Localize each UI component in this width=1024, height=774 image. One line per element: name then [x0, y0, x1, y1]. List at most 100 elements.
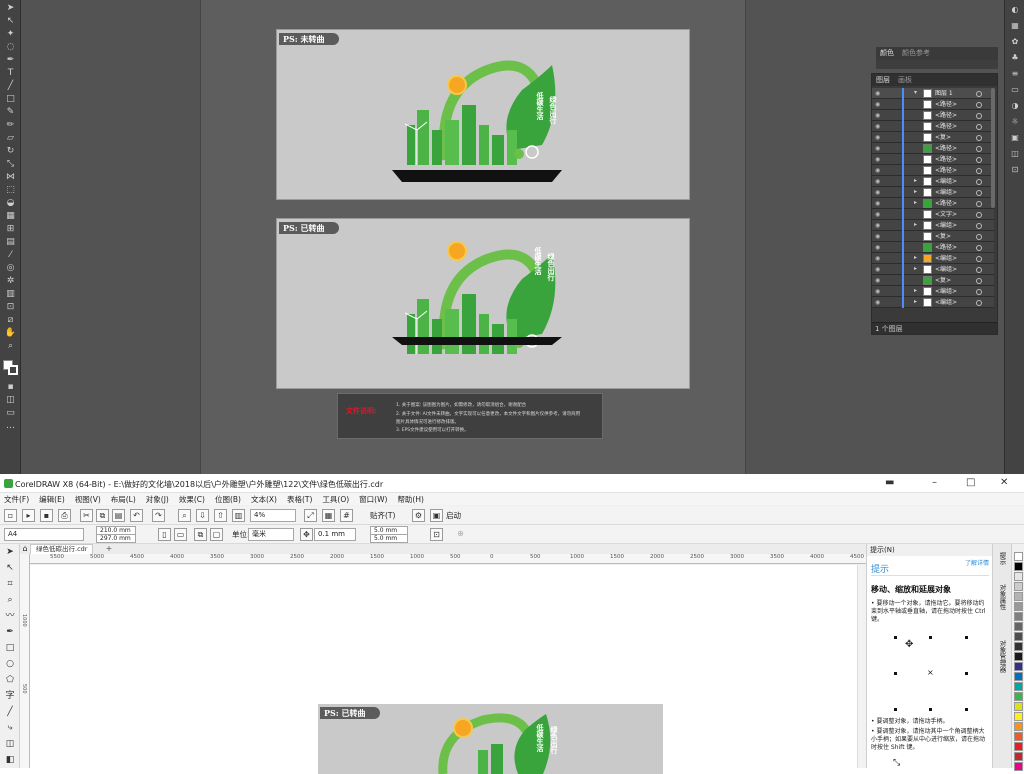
expand-arrow-icon[interactable]: ▸	[914, 177, 920, 185]
palette-swatch[interactable]	[1014, 672, 1023, 681]
menu-bitmaps[interactable]: 位图(B)	[215, 494, 241, 505]
layers-scrollbar[interactable]	[991, 88, 995, 208]
expand-arrow-icon[interactable]	[914, 210, 920, 218]
target-circle-icon[interactable]	[976, 135, 982, 141]
parallel-dimension-icon[interactable]: ╱	[4, 706, 16, 718]
target-circle-icon[interactable]	[976, 300, 982, 306]
connector-tool-icon[interactable]: ⤷	[4, 722, 16, 734]
layer-row[interactable]: ◉ <复>	[872, 132, 994, 143]
menu-file[interactable]: 文件(F)	[4, 494, 29, 505]
magic-wand-icon[interactable]: ✦	[4, 29, 17, 40]
visibility-eye-icon[interactable]: ◉	[875, 211, 884, 218]
palette-swatch[interactable]	[1014, 692, 1023, 701]
gradient-panel-icon[interactable]: ▭	[1009, 84, 1021, 95]
layer-row[interactable]: ◉ <路径>	[872, 143, 994, 154]
palette-swatch[interactable]	[1014, 572, 1023, 581]
paintbrush-icon[interactable]: ✎	[4, 107, 17, 118]
hand-tool-icon[interactable]: ✋	[4, 328, 17, 339]
docker-tab-hints[interactable]: 提示	[997, 552, 1007, 565]
artboards-panel-icon[interactable]: ⊡	[1009, 164, 1021, 175]
layer-row[interactable]: ◉ ▸ <编组>	[872, 253, 994, 264]
close-icon[interactable]: ✕	[1000, 477, 1008, 489]
visibility-eye-icon[interactable]: ◉	[875, 200, 884, 207]
all-pages-icon[interactable]: ⧉	[194, 528, 207, 541]
palette-swatch[interactable]	[1014, 632, 1023, 641]
layer-row[interactable]: ◉ <路径>	[872, 154, 994, 165]
stroke-panel-icon[interactable]: ≡	[1009, 68, 1021, 79]
pick-tool-icon[interactable]: ➤	[4, 546, 16, 558]
canvas-poster[interactable]: PS: 已转曲 低碳生活 绿色出行	[318, 704, 663, 774]
slice-tool-icon[interactable]: ⧄	[4, 315, 17, 326]
palette-swatch[interactable]	[1014, 622, 1023, 631]
layer-row[interactable]: ◉ ▸ <编组>	[872, 264, 994, 275]
scale-tool-icon[interactable]: ⤡	[4, 159, 17, 170]
width-tool-icon[interactable]: ⋈	[4, 172, 17, 183]
symbol-sprayer-icon[interactable]: ✲	[4, 276, 17, 287]
drop-shadow-icon[interactable]: ◫	[4, 738, 16, 750]
menu-help[interactable]: 帮助(H)	[397, 494, 424, 505]
expand-arrow-icon[interactable]: ▸	[914, 254, 920, 262]
target-circle-icon[interactable]	[976, 289, 982, 295]
column-graph-icon[interactable]: ▥	[4, 289, 17, 300]
open-icon[interactable]: ▸	[22, 509, 35, 522]
menu-text[interactable]: 文本(X)	[251, 494, 277, 505]
layer-row[interactable]: ◉ <复>	[872, 231, 994, 242]
layer-row[interactable]: ◉ <路径>	[872, 165, 994, 176]
graphic-styles-icon[interactable]: ▣	[1009, 132, 1021, 143]
target-circle-icon[interactable]	[976, 102, 982, 108]
expand-arrow-icon[interactable]	[914, 122, 920, 130]
visibility-eye-icon[interactable]: ◉	[875, 233, 884, 240]
menu-tools[interactable]: 工具(O)	[322, 494, 349, 505]
unit-select[interactable]: 毫米	[248, 528, 294, 541]
palette-swatch[interactable]	[1014, 552, 1023, 561]
launch-dropdown[interactable]: 启动	[446, 509, 461, 522]
layer-row[interactable]: ◉ <复>	[872, 275, 994, 286]
tab-color-guide[interactable]: 颜色参考	[898, 47, 934, 60]
layer-row[interactable]: ◉ ▸ <编组>	[872, 187, 994, 198]
palette-swatch[interactable]	[1014, 662, 1023, 671]
snap-to-dropdown[interactable]: 贴齐(T)	[370, 509, 395, 522]
target-circle-icon[interactable]	[976, 157, 982, 163]
palette-swatch[interactable]	[1014, 712, 1023, 721]
menu-layout[interactable]: 布局(L)	[111, 494, 136, 505]
target-circle-icon[interactable]	[976, 168, 982, 174]
layer-row[interactable]: ◉ ▸ <编组>	[872, 176, 994, 187]
crop-tool-icon[interactable]: ⌗	[4, 578, 16, 590]
expand-arrow-icon[interactable]: ▸	[914, 188, 920, 196]
brushes-panel-icon[interactable]: ✿	[1009, 36, 1021, 47]
menu-effects[interactable]: 效果(C)	[179, 494, 205, 505]
direct-selection-tool-icon[interactable]: ↖	[4, 16, 17, 27]
color-panel-icon[interactable]: ◐	[1009, 4, 1021, 15]
shape-tool-icon[interactable]: ↖	[4, 562, 16, 574]
appearance-panel-icon[interactable]: ☼	[1009, 116, 1021, 127]
mesh-tool-icon[interactable]: ⊞	[4, 224, 17, 235]
zoom-tool-icon[interactable]: ⌕	[4, 594, 16, 606]
expand-arrow-icon[interactable]: ▸	[914, 287, 920, 295]
palette-swatch[interactable]	[1014, 732, 1023, 741]
target-circle-icon[interactable]	[976, 223, 982, 229]
add-page-icon[interactable]: ⊕	[454, 528, 467, 541]
palette-swatch[interactable]	[1014, 612, 1023, 621]
visibility-eye-icon[interactable]: ◉	[875, 167, 884, 174]
target-circle-icon[interactable]	[976, 212, 982, 218]
visibility-eye-icon[interactable]: ◉	[875, 222, 884, 229]
maximize-icon[interactable]: □	[966, 477, 975, 489]
minimize-icon[interactable]: –	[932, 477, 937, 489]
expand-arrow-icon[interactable]: ▸	[914, 199, 920, 207]
target-circle-icon[interactable]	[976, 245, 982, 251]
target-circle-icon[interactable]	[976, 256, 982, 262]
expand-arrow-icon[interactable]: ▸	[914, 265, 920, 273]
palette-swatch[interactable]	[1014, 682, 1023, 691]
swatches-panel-icon[interactable]: ▦	[1009, 20, 1021, 31]
target-circle-icon[interactable]	[976, 146, 982, 152]
palette-swatch[interactable]	[1014, 762, 1023, 771]
tab-layers[interactable]: 图层	[872, 74, 894, 86]
show-rulers-icon[interactable]: ▦	[322, 509, 335, 522]
visibility-eye-icon[interactable]: ◉	[875, 277, 884, 284]
gradient-tool-icon[interactable]: ▤	[4, 237, 17, 248]
landscape-icon[interactable]: ▭	[174, 528, 187, 541]
layers-panel-icon[interactable]: ◫	[1009, 148, 1021, 159]
target-circle-icon[interactable]	[976, 190, 982, 196]
visibility-eye-icon[interactable]: ◉	[875, 134, 884, 141]
target-circle-icon[interactable]	[976, 201, 982, 207]
